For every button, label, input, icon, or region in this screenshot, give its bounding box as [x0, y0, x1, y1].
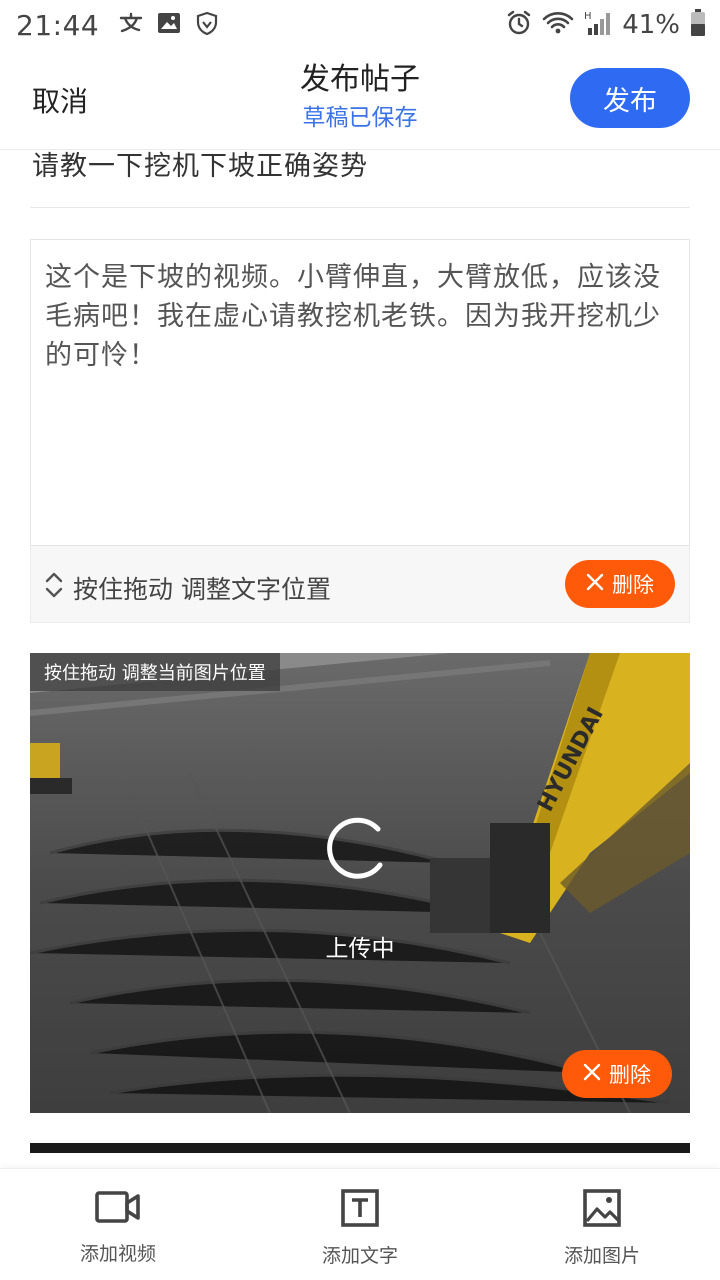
image-drag-hint[interactable]: 按住拖动 调整当前图片位置: [30, 653, 280, 691]
close-icon: [583, 1062, 601, 1086]
image-icon: [583, 1189, 621, 1231]
next-image-block: [30, 1143, 690, 1153]
signal-icon: H: [584, 10, 612, 40]
wifi-icon: [542, 11, 574, 39]
svg-text:H: H: [584, 11, 592, 22]
add-video-button[interactable]: 添加视频: [38, 1189, 198, 1266]
publish-button[interactable]: 发布: [570, 68, 690, 128]
status-bar: 21:44 H 41%: [0, 0, 720, 50]
delete-label: 删除: [612, 573, 654, 597]
delete-label: 删除: [609, 1063, 651, 1087]
add-video-label: 添加视频: [79, 1243, 156, 1265]
delete-text-button[interactable]: 删除: [565, 560, 675, 608]
text-icon: [341, 1189, 379, 1231]
excavator-photo: HYUNDAI: [30, 653, 690, 1113]
upload-status: 上传中: [325, 936, 395, 962]
add-text-label: 添加文字: [321, 1245, 398, 1267]
video-camera-icon: [95, 1189, 141, 1229]
post-title-input[interactable]: 请教一下挖机下坡正确姿势: [32, 144, 368, 183]
uploading-image[interactable]: HYUNDAI 按住拖动 调整当前图片位置 上传中 删除: [30, 653, 690, 1113]
post-body-text[interactable]: 这个是下坡的视频。小臂伸直，大臂放低，应该没毛病吧！我在虚心请教挖机老铁。因为我…: [30, 239, 690, 545]
text-drag-hint: 按住拖动 调整文字位置: [73, 575, 331, 604]
bottom-toolbar: 添加视频 添加文字 添加图片: [0, 1168, 720, 1280]
status-time: 21:44: [16, 8, 100, 42]
add-image-label: 添加图片: [563, 1245, 640, 1267]
add-image-button[interactable]: 添加图片: [522, 1189, 682, 1268]
loading-spinner-icon: [327, 817, 383, 879]
image-icon: [157, 12, 181, 38]
close-icon: [586, 572, 604, 596]
delete-image-button[interactable]: 删除: [562, 1050, 672, 1098]
title-divider: [30, 207, 690, 208]
battery-icon: [690, 9, 706, 41]
alarm-icon: [506, 10, 532, 40]
shield-icon: [195, 11, 219, 39]
battery-percent: 41%: [622, 10, 680, 40]
alipay-icon: [119, 12, 143, 38]
drag-arrows-icon: [45, 571, 63, 605]
text-block-toolbar: 按住拖动 调整文字位置 删除: [30, 545, 690, 623]
header: 取消 发布帖子 草稿已保存 发布: [0, 50, 720, 150]
add-text-button[interactable]: 添加文字: [280, 1189, 440, 1268]
text-drag-handle[interactable]: 按住拖动 调整文字位置: [45, 570, 331, 606]
